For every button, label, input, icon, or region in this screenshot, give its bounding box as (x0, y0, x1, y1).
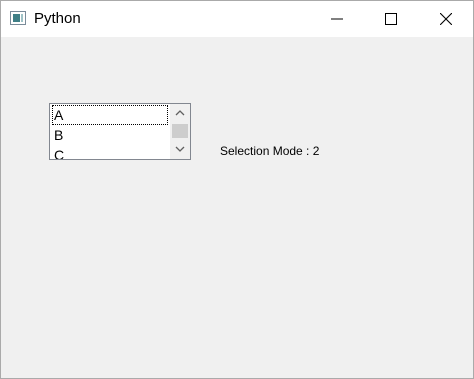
scroll-thumb[interactable] (172, 124, 188, 138)
selection-mode-label: Selection Mode : 2 (220, 144, 320, 158)
list-item[interactable]: A (52, 105, 168, 125)
list-item[interactable]: C (52, 145, 168, 159)
scroll-up-button[interactable] (170, 104, 190, 122)
scroll-down-button[interactable] (170, 141, 190, 159)
listbox-items: A B C (50, 104, 170, 159)
chevron-up-icon (175, 110, 185, 116)
window-title: Python (34, 10, 81, 27)
minimize-icon (331, 18, 343, 20)
main-window: Python A B C Selection Mode: 2 (0, 0, 474, 379)
list-item[interactable]: B (52, 125, 168, 145)
listbox-scrollbar[interactable] (170, 104, 190, 159)
selection-listbox[interactable]: A B C (49, 103, 191, 160)
maximize-button[interactable] (368, 1, 414, 37)
maximize-icon (385, 13, 397, 25)
chevron-down-icon (175, 146, 185, 152)
close-button[interactable] (423, 1, 469, 37)
close-icon (440, 13, 452, 25)
minimize-button[interactable] (314, 1, 360, 37)
title-bar[interactable]: Python (1, 1, 473, 37)
python-app-icon (10, 11, 26, 25)
